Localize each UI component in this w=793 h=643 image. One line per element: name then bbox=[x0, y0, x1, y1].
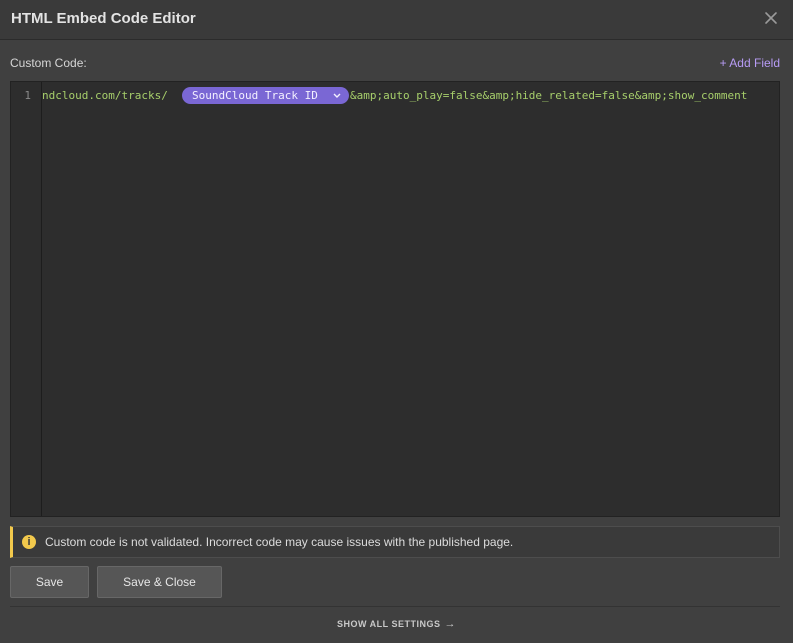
notice-text: Custom code is not validated. Incorrect … bbox=[45, 535, 514, 549]
save-button[interactable]: Save bbox=[10, 566, 89, 598]
close-icon[interactable] bbox=[763, 10, 779, 26]
field-token-soundcloud-track-id[interactable]: SoundCloud Track ID bbox=[182, 87, 349, 104]
custom-code-label: Custom Code: bbox=[10, 56, 87, 70]
code-line[interactable]: ndcloud.com/tracks/ SoundCloud Track ID … bbox=[42, 82, 779, 110]
save-close-button[interactable]: Save & Close bbox=[97, 566, 222, 598]
show-all-settings-link[interactable]: SHOW ALL SETTINGS → bbox=[0, 618, 793, 630]
chevron-down-icon bbox=[333, 87, 341, 110]
validation-notice: i Custom code is not validated. Incorrec… bbox=[10, 526, 780, 558]
modal-title: HTML Embed Code Editor bbox=[11, 10, 196, 27]
line-number: 1 bbox=[24, 89, 31, 102]
field-token-label: SoundCloud Track ID bbox=[192, 89, 318, 102]
code-editor[interactable]: 1 ndcloud.com/tracks/ SoundCloud Track I… bbox=[10, 81, 780, 517]
arrow-right-icon: → bbox=[444, 618, 456, 630]
info-icon: i bbox=[22, 535, 36, 549]
footer-divider bbox=[10, 606, 780, 607]
add-field-link[interactable]: + Add Field bbox=[720, 56, 780, 70]
line-gutter: 1 bbox=[11, 82, 42, 516]
code-text-before[interactable]: ndcloud.com/tracks/ bbox=[42, 89, 168, 102]
modal-header: HTML Embed Code Editor bbox=[0, 0, 793, 40]
show-all-settings-label: SHOW ALL SETTINGS bbox=[336, 619, 441, 629]
code-text-after[interactable]: &amp;auto_play=false&amp;hide_related=fa… bbox=[350, 89, 747, 102]
